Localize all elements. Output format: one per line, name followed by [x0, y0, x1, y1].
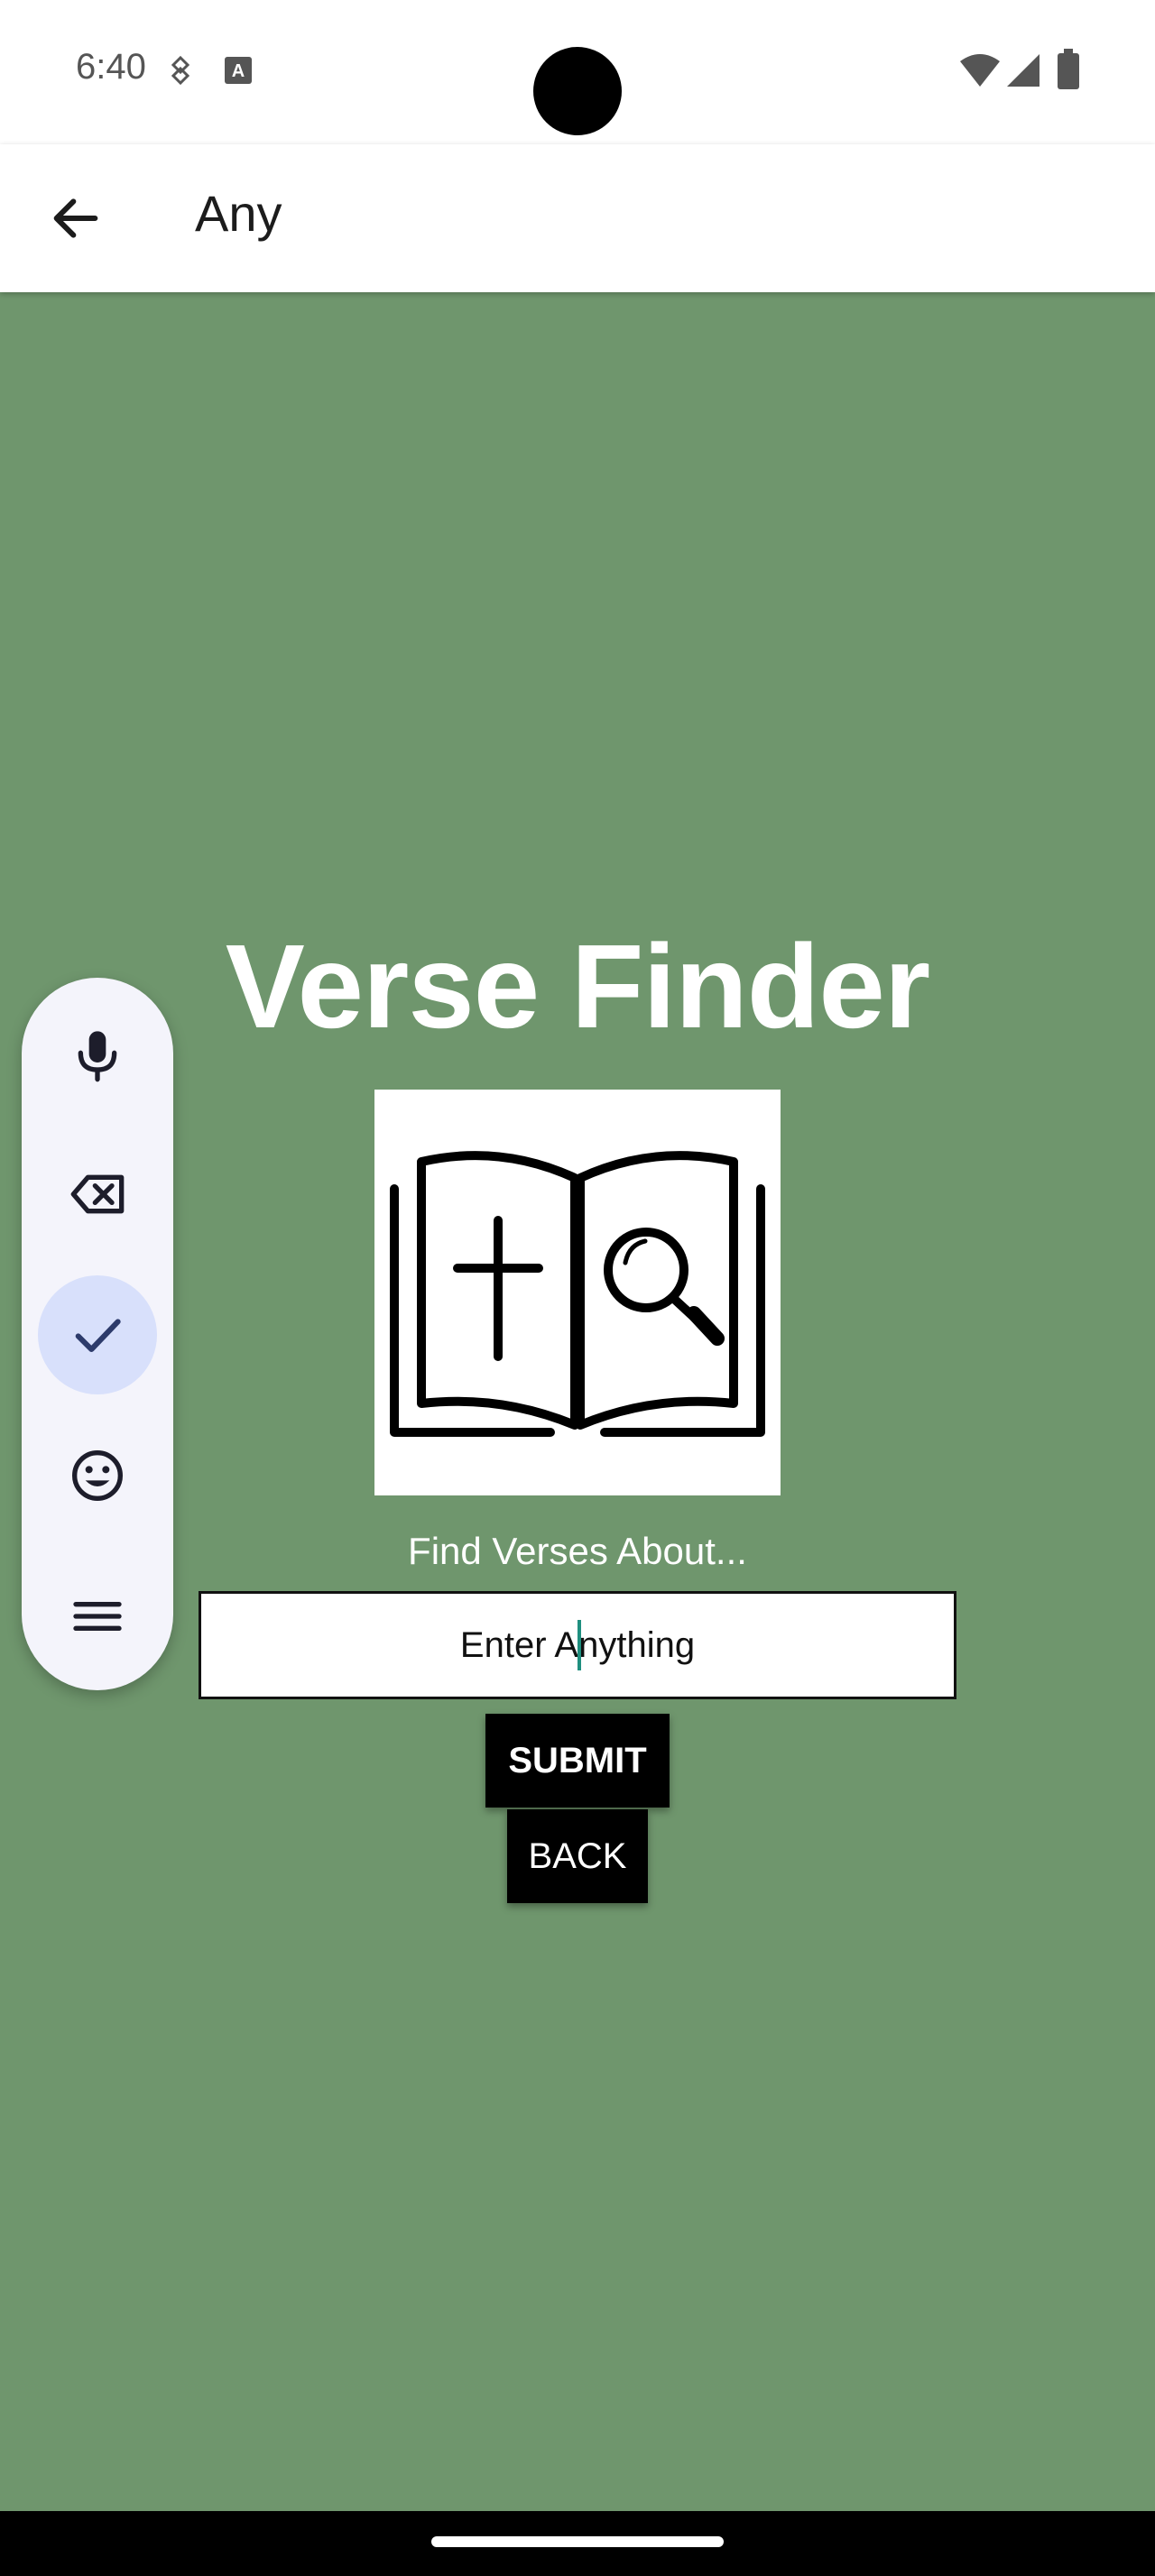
text-caret: [578, 1620, 581, 1670]
signal-icon: [1007, 54, 1040, 87]
book-magnifier-icon: [390, 1151, 765, 1437]
emoji-icon: [72, 1450, 123, 1501]
status-time: 6:40: [76, 47, 146, 87]
app-bar-title: Any: [195, 185, 282, 242]
emoji-button[interactable]: [38, 1416, 157, 1535]
svg-text:A: A: [232, 61, 245, 81]
keyboard-a-icon: A: [225, 57, 252, 84]
backspace-button[interactable]: [38, 1135, 157, 1254]
page-title: Verse Finder: [225, 920, 930, 1053]
app-bar: Any: [0, 144, 1155, 292]
menu-button[interactable]: [38, 1557, 157, 1676]
menu-icon: [73, 1602, 122, 1631]
mic-icon: [78, 1031, 117, 1082]
submit-button[interactable]: SUBMIT: [485, 1714, 670, 1808]
done-button[interactable]: [38, 1275, 157, 1394]
back-button[interactable]: BACK: [507, 1809, 648, 1903]
back-arrow-icon[interactable]: [47, 189, 105, 247]
check-icon: [75, 1319, 121, 1352]
assistant-icon: [171, 56, 190, 85]
keyboard-toolbar: [22, 978, 173, 1690]
wifi-icon: [960, 54, 1000, 87]
battery-icon: [1058, 49, 1079, 89]
bible-search-logo: [374, 1090, 781, 1495]
status-bar: 6:40 A: [0, 0, 1155, 144]
camera-cutout: [533, 47, 622, 135]
backspace-icon: [70, 1174, 125, 1214]
find-verses-label: Find Verses About...: [408, 1530, 747, 1572]
voice-input-button[interactable]: [38, 996, 157, 1115]
home-gesture-handle[interactable]: [431, 2536, 724, 2547]
